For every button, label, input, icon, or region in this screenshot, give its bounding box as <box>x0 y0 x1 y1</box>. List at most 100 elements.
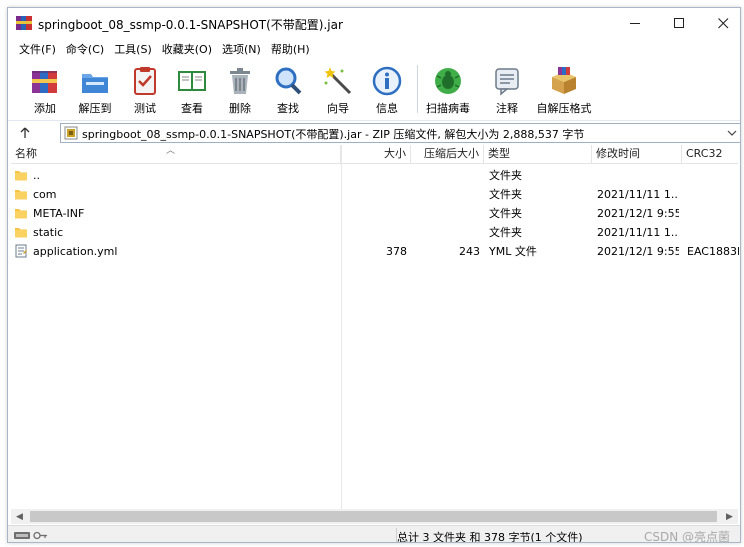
address-field[interactable]: springboot_08_ssmp-0.0.1-SNAPSHOT(不带配置).… <box>60 123 740 143</box>
file-type-cell: 文件夹 <box>489 188 522 201</box>
minimize-button[interactable] <box>613 10 657 36</box>
file-packed-cell <box>411 166 480 185</box>
file-crc-cell <box>687 166 739 185</box>
menu-bar: 文件(F) 命令(C) 工具(S) 收藏夹(O) 选项(N) 帮助(H) <box>8 38 740 59</box>
maximize-button[interactable] <box>657 10 701 36</box>
file-name-cell: META-INF <box>33 207 85 220</box>
menu-favorites[interactable]: 收藏夹(O) <box>157 41 217 57</box>
up-one-level-button[interactable] <box>16 124 34 142</box>
file-size-cell <box>341 223 407 242</box>
file-modified-cell: 2021/11/11 1... <box>597 226 679 239</box>
file-row[interactable]: .. 文件夹 <box>11 166 738 185</box>
file-size-cell <box>341 166 407 185</box>
drive-key-icon <box>14 531 47 540</box>
file-crc-cell: EAC1883E <box>687 245 739 258</box>
column-header-type[interactable]: 类型 <box>484 145 592 164</box>
file-modified-cell: 2021/12/1 9:55 <box>597 245 679 258</box>
file-type-cell: 文件夹 <box>489 207 522 220</box>
address-row: springboot_08_ssmp-0.0.1-SNAPSHOT(不带配置).… <box>8 120 740 144</box>
sort-ascending-icon: ︿ <box>166 146 176 156</box>
menu-commands[interactable]: 命令(C) <box>61 41 109 57</box>
column-header-size[interactable]: 大小 <box>341 145 411 164</box>
column-header-modified[interactable]: 修改时间 <box>592 145 682 164</box>
extract-to-icon <box>82 74 108 93</box>
file-list: 名称 ︿ 大小 压缩后大小 类型 修改时间 CRC32 .. 文件夹 com 文件夹 2… <box>11 145 739 509</box>
wizard-wand-icon <box>324 67 352 95</box>
toolbar-sfx-button[interactable]: 自解压格式 <box>537 59 592 117</box>
chevron-down-icon[interactable] <box>727 128 737 138</box>
toolbar-info-label: 信息 <box>376 102 398 115</box>
virus-scan-icon <box>435 68 461 94</box>
title-bar: springboot_08_ssmp-0.0.1-SNAPSHOT(不带配置).… <box>8 8 740 38</box>
arrow-up-icon <box>20 127 30 138</box>
toolbar-virus-scan-label: 扫描病毒 <box>426 102 470 115</box>
folder-icon <box>15 209 27 219</box>
file-size-cell: 378 <box>386 245 407 258</box>
file-row[interactable]: application.yml 378 243 YML 文件 2021/12/1 9:5… <box>11 242 739 261</box>
column-header-packed[interactable]: 压缩后大小 <box>411 145 484 164</box>
file-type-cell: 文件夹 <box>489 226 522 239</box>
file-crc-cell <box>687 185 739 204</box>
column-header-name[interactable]: 名称 ︿ <box>11 145 341 164</box>
file-modified-cell: 2021/11/11 1... <box>597 188 679 201</box>
watermark-text: CSDN @亮点菌 <box>644 530 731 543</box>
winrar-app-icon <box>16 16 32 30</box>
menu-options[interactable]: 选项(N) <box>217 41 266 57</box>
file-packed-cell <box>411 223 480 242</box>
window-title: springboot_08_ssmp-0.0.1-SNAPSHOT(不带配置).… <box>38 18 343 32</box>
toolbar-virus-scan-button[interactable]: 扫描病毒 <box>424 59 472 117</box>
file-modified-cell: 2021/12/1 9:55 <box>597 207 679 220</box>
file-crc-cell <box>687 204 739 223</box>
file-packed-cell <box>411 204 480 223</box>
scroll-right-button[interactable]: ▶ <box>721 509 738 524</box>
file-packed-cell <box>411 185 480 204</box>
close-button[interactable] <box>701 10 740 36</box>
menu-help[interactable]: 帮助(H) <box>266 41 315 57</box>
comment-icon <box>495 68 519 96</box>
column-header-name-label: 名称 <box>15 147 37 160</box>
toolbar-comment-button[interactable]: 注释 <box>483 59 531 117</box>
toolbar: 添加 解压到 测试 查看 删除 查找 向导 信息 扫描病毒 注释 自解压格式 <box>8 59 740 119</box>
file-packed-cell: 243 <box>459 245 480 258</box>
maximize-icon <box>673 17 684 28</box>
view-book-icon <box>178 71 206 91</box>
toolbar-sfx-label: 自解压格式 <box>536 102 592 115</box>
folder-icon <box>15 190 27 200</box>
test-icon <box>134 67 156 95</box>
file-name-cell: com <box>33 188 57 201</box>
column-header-crc[interactable]: CRC32 <box>682 145 738 164</box>
status-bar: 总计 3 文件夹 和 378 字节(1 个文件) CSDN @亮点菌 <box>8 525 740 543</box>
file-row[interactable]: com 文件夹 2021/11/11 1... <box>11 185 738 204</box>
file-type-cell: 文件夹 <box>489 169 522 182</box>
yml-file-icon <box>15 244 27 258</box>
file-size-cell <box>341 204 407 223</box>
scroll-left-button[interactable]: ◀ <box>11 509 28 524</box>
address-text: springboot_08_ssmp-0.0.1-SNAPSHOT(不带配置).… <box>82 128 585 141</box>
winrar-window: springboot_08_ssmp-0.0.1-SNAPSHOT(不带配置).… <box>7 7 741 543</box>
magnifier-icon <box>275 67 302 95</box>
toolbar-info-button[interactable]: 信息 <box>363 59 411 117</box>
scrollbar-thumb[interactable] <box>30 511 717 522</box>
add-archive-icon <box>32 71 57 93</box>
file-crc-cell <box>687 223 739 242</box>
minimize-icon <box>629 22 640 24</box>
archive-file-icon <box>64 126 78 140</box>
status-summary: 总计 3 文件夹 和 378 字节(1 个文件) <box>397 531 583 543</box>
folder-icon <box>15 228 27 238</box>
file-name-cell: static <box>33 226 64 239</box>
sfx-package-icon <box>552 67 576 94</box>
file-type-cell: YML 文件 <box>489 245 537 258</box>
info-icon <box>372 66 402 96</box>
file-name-cell: application.yml <box>33 245 118 258</box>
file-size-cell <box>341 185 407 204</box>
file-row[interactable]: static 文件夹 2021/11/11 1... <box>11 223 738 242</box>
file-row[interactable]: META-INF 文件夹 2021/12/1 9:55 <box>11 204 738 223</box>
menu-tools[interactable]: 工具(S) <box>109 41 157 57</box>
horizontal-scrollbar[interactable]: ◀ ▶ <box>11 509 738 524</box>
close-icon <box>717 17 728 28</box>
menu-file[interactable]: 文件(F) <box>14 41 61 57</box>
trash-icon <box>230 68 250 94</box>
file-modified-cell <box>597 166 679 185</box>
folder-icon <box>15 171 27 181</box>
file-name-cell: .. <box>33 169 40 182</box>
